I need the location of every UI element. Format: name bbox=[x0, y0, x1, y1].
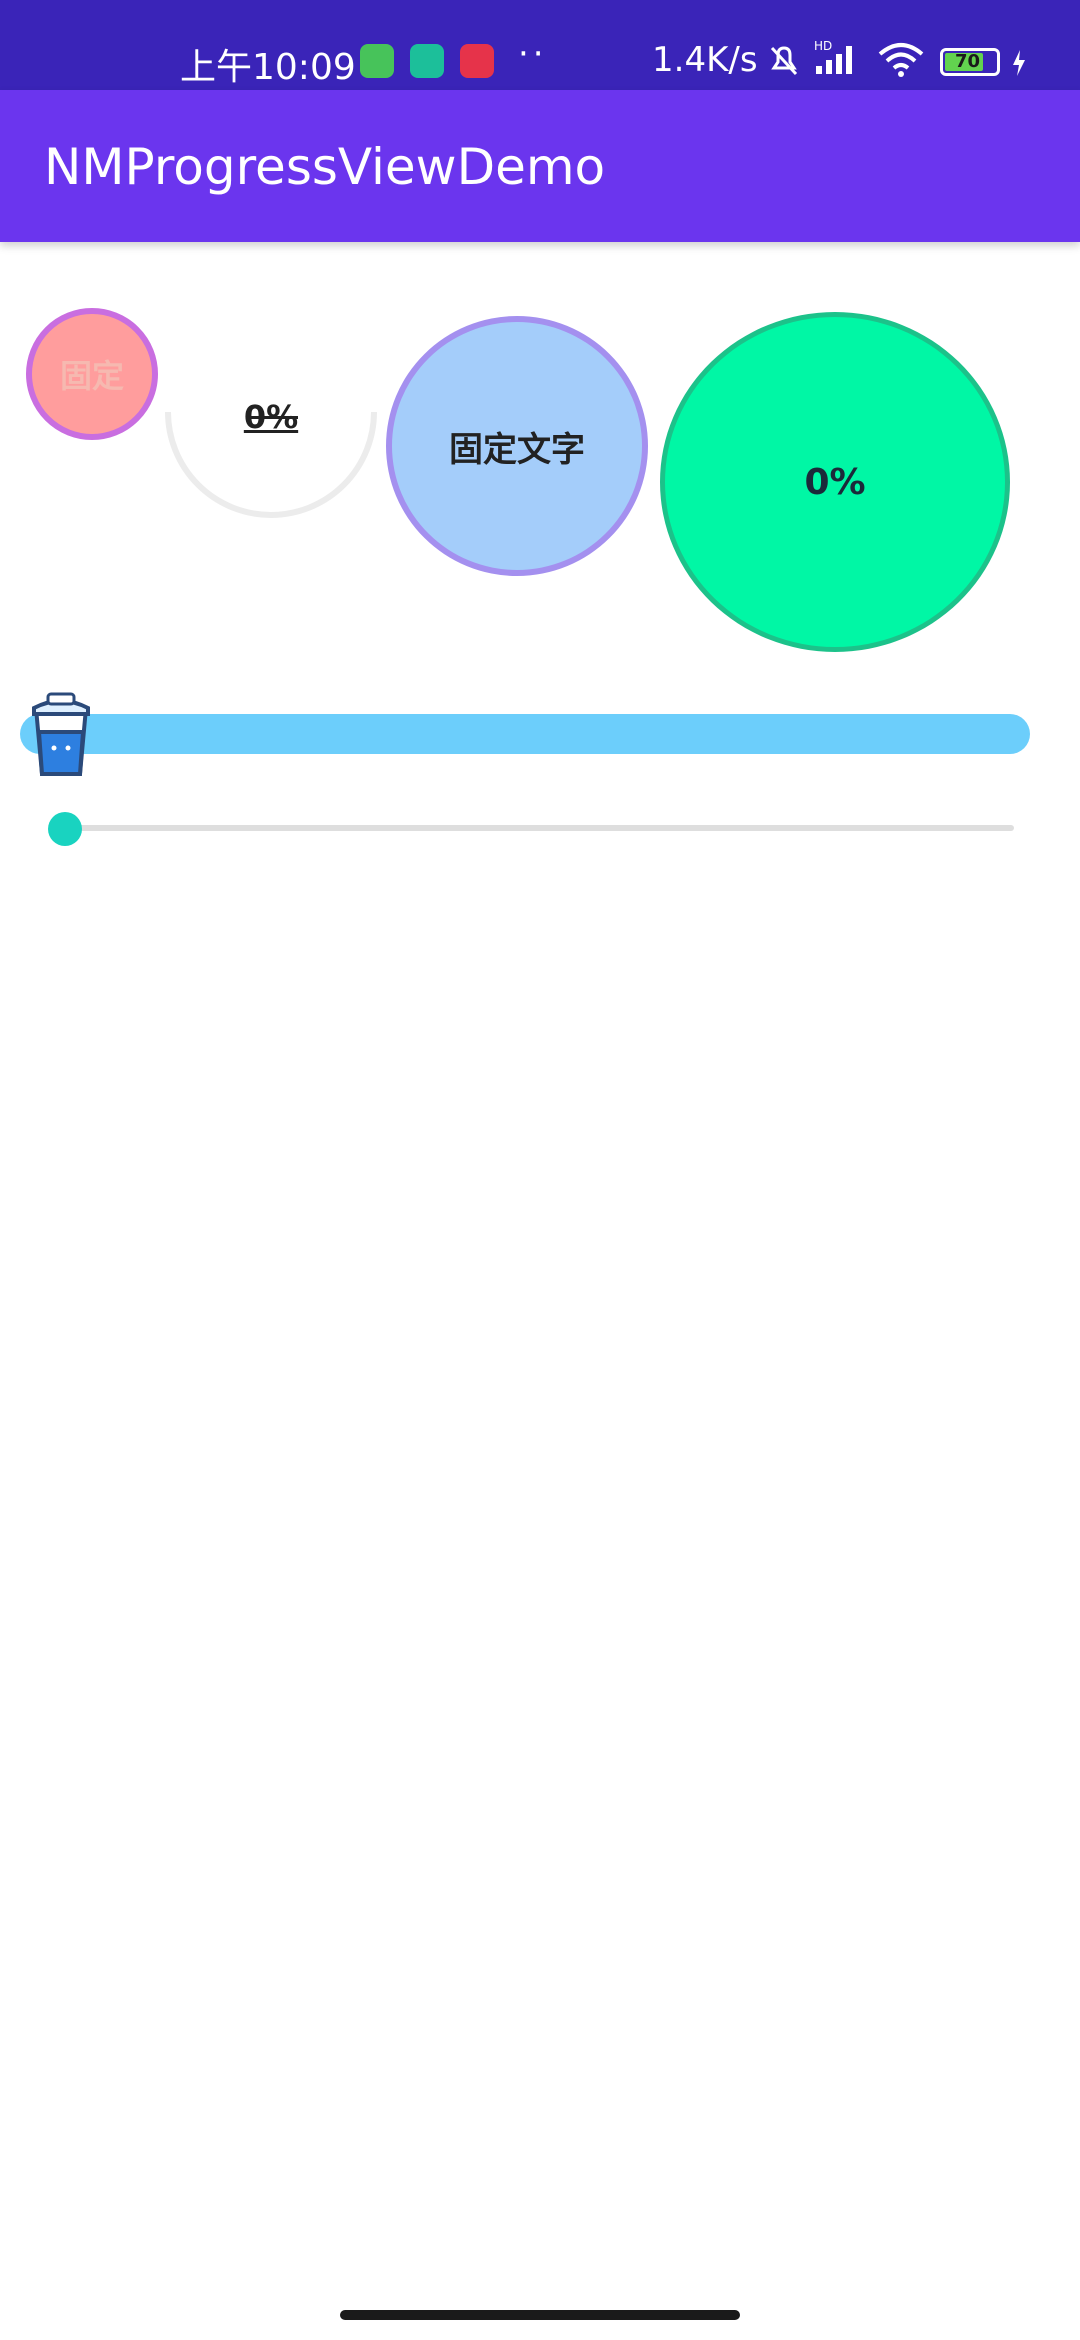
status-time: 上午10:09 bbox=[180, 47, 356, 88]
status-bar: 上午10:09 ·· 1.4K/s HD 70 bbox=[0, 0, 1080, 90]
app-bar: NMProgressViewDemo bbox=[0, 90, 1080, 242]
gesture-navigation-bar[interactable] bbox=[340, 2310, 740, 2320]
line-progress-thumb[interactable] bbox=[48, 812, 82, 846]
small-circle-label: 固定 bbox=[59, 357, 124, 395]
wifi-icon bbox=[878, 43, 924, 77]
network-speed: 1.4K/s bbox=[652, 40, 758, 80]
blue-circle-label: 固定文字 bbox=[449, 429, 585, 470]
line-progress-track bbox=[50, 825, 1014, 831]
blue-circle-progress: 固定文字 bbox=[386, 316, 648, 576]
cup-icon bbox=[32, 692, 90, 776]
battery-icon: 70 bbox=[940, 48, 1000, 76]
arc-progress: 0% bbox=[162, 362, 380, 530]
mute-icon bbox=[770, 46, 798, 76]
green-circle-label: 0% bbox=[804, 461, 866, 503]
battery-level: 70 bbox=[955, 51, 981, 72]
small-circle-progress: 固定 bbox=[26, 308, 158, 440]
arc-progress-track bbox=[165, 411, 377, 518]
charging-icon bbox=[1013, 50, 1025, 76]
cup-progress-bar bbox=[20, 714, 1030, 754]
green-circle-progress: 0% bbox=[660, 312, 1010, 652]
shield-notification-icon bbox=[410, 44, 444, 78]
arc-label-strike bbox=[248, 416, 298, 419]
taobao-notification-icon bbox=[460, 44, 494, 78]
svg-text:HD: HD bbox=[814, 39, 832, 53]
wechat-notification-icon bbox=[360, 44, 394, 78]
more-notifications-icon: ·· bbox=[518, 34, 548, 74]
app-title: NMProgressViewDemo bbox=[44, 138, 606, 196]
signal-icon: HD bbox=[814, 39, 852, 74]
